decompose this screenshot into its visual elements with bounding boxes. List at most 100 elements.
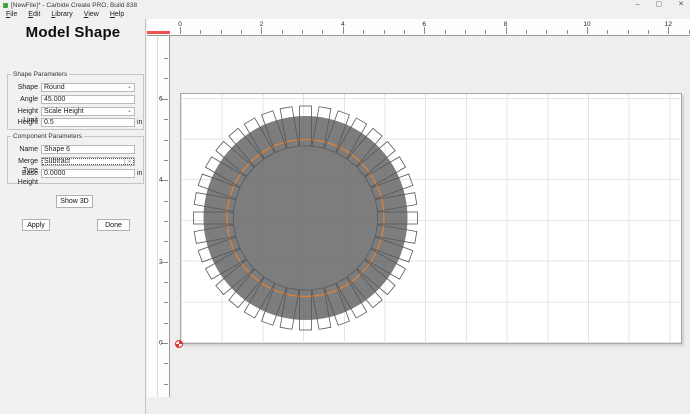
ruler-tick: [566, 30, 568, 34]
ruler-tick: [485, 30, 487, 34]
menu-help[interactable]: Help: [110, 11, 124, 18]
angle-label: Angle: [20, 96, 38, 103]
ruler-label: 6: [159, 95, 163, 103]
ruler-tick: [546, 30, 548, 34]
ruler-tick: [363, 30, 365, 34]
chevron-down-icon: ⌄: [126, 107, 132, 114]
model-shape-panel: Model Shape Shape Parameters Shape Round…: [0, 19, 146, 414]
ruler-label: 2: [159, 258, 163, 266]
height-limit-label: Height Limit: [17, 107, 38, 124]
ruler-tick: [164, 281, 168, 283]
ruler-tick: [424, 27, 426, 34]
base-height-unit-label: in: [137, 170, 143, 177]
menu-library[interactable]: Library: [51, 11, 72, 18]
window-title: [NewFile]* - Carbide Create PRO, Build 8…: [11, 1, 138, 9]
close-button[interactable]: ✕: [678, 0, 684, 10]
ruler-tick: [220, 30, 222, 34]
ruler-tick: [464, 30, 466, 34]
height-label: Height: [17, 119, 38, 126]
ruler-tick: [587, 27, 588, 34]
done-button[interactable]: Done: [97, 219, 130, 231]
shape-select-value: Round: [44, 84, 65, 91]
ruler-tick: [164, 139, 168, 141]
menu-view[interactable]: View: [84, 11, 99, 18]
shape-parameters-group: Shape Parameters Shape Round ⌄ Angle 45.…: [7, 71, 144, 130]
name-input[interactable]: Shape 6: [41, 145, 135, 154]
merge-type-select[interactable]: Subtract ⌄: [41, 157, 135, 166]
ruler-tick: [164, 159, 168, 161]
origin-marker-icon: [175, 340, 183, 348]
gear-drawing[interactable]: [170, 36, 690, 414]
ruler-tick: [444, 30, 446, 34]
apply-button[interactable]: Apply: [22, 219, 50, 231]
ruler-tick: [164, 241, 168, 243]
base-height-label: Base Height: [17, 170, 38, 186]
panel-scroll-strip[interactable]: [147, 19, 158, 397]
component-parameters-legend: Component Parameters: [11, 133, 85, 140]
ruler-tick: [322, 30, 324, 34]
ruler-label: 10: [583, 21, 591, 28]
model-shape-circle[interactable]: [203, 116, 408, 320]
ruler-tick: [164, 322, 168, 324]
ruler-tick: [383, 30, 385, 34]
ruler-tick: [342, 27, 344, 34]
ruler-label: 6: [422, 21, 426, 28]
ruler-label: 4: [340, 21, 345, 28]
ruler-tick: [607, 30, 609, 34]
menu-file[interactable]: File: [6, 11, 17, 18]
ruler-tick: [627, 30, 629, 34]
ruler-label: 8: [503, 21, 508, 28]
ruler-tick: [180, 27, 181, 34]
ruler-tick: [164, 119, 168, 121]
height-limit-select[interactable]: Scale Height ⌄: [41, 106, 135, 116]
shape-parameters-legend: Shape Parameters: [11, 71, 70, 78]
title-bar: [NewFile]* - Carbide Create PRO, Build 8…: [0, 0, 690, 10]
ruler-tick: [505, 27, 507, 34]
ruler-tick: [281, 30, 283, 34]
ruler-tick: [302, 30, 304, 34]
ruler-tick: [668, 27, 670, 34]
ruler-horizontal: 0 2 4 6 8 10 12: [147, 19, 690, 36]
ruler-tick: [164, 78, 168, 80]
height-input[interactable]: 0.5: [41, 118, 135, 127]
page-title: Model Shape: [25, 24, 121, 41]
ruler-tick: [200, 30, 202, 34]
ruler-tick: [164, 302, 168, 304]
merge-type-label: Merge Type: [18, 158, 38, 174]
ruler-tick: [164, 383, 168, 385]
app-logo-icon: [3, 2, 8, 8]
merge-type-select-value: Subtract: [44, 158, 71, 165]
ruler-label: 0: [159, 339, 163, 347]
angle-input-value: 45.000: [44, 96, 66, 103]
minimize-button[interactable]: –: [636, 0, 640, 10]
ruler-tick: [525, 30, 527, 34]
ruler-vertical: 0 2 4 6: [158, 36, 170, 397]
ruler-tick: [164, 363, 168, 365]
ruler-tick: [261, 27, 263, 34]
name-label: Name: [19, 146, 38, 153]
ruler-tick: [164, 200, 168, 202]
height-limit-select-value: Scale Height: [44, 107, 84, 115]
ruler-tick: [403, 30, 405, 34]
design-canvas[interactable]: [170, 36, 690, 414]
shape-select[interactable]: Round ⌄: [41, 83, 135, 92]
ruler-tick: [164, 220, 168, 222]
ruler-tick: [241, 30, 243, 34]
angle-input[interactable]: 45.000: [41, 95, 135, 104]
chevron-down-icon: ⌄: [126, 84, 132, 90]
menu-bar: File Edit Library View Help: [0, 10, 690, 19]
show-3d-button[interactable]: Show 3D: [56, 195, 93, 208]
ruler-label: 12: [664, 21, 673, 28]
ruler-position-indicator: [147, 31, 170, 34]
maximize-button[interactable]: ▢: [656, 0, 663, 10]
shape-label: Shape: [17, 84, 38, 91]
height-unit-label: in: [137, 119, 143, 126]
ruler-label: 0: [178, 21, 182, 28]
ruler-label: 2: [259, 21, 264, 28]
menu-edit[interactable]: Edit: [28, 11, 40, 18]
base-height-input[interactable]: 0.0000: [41, 169, 135, 178]
height-input-value: 0.5: [44, 119, 54, 126]
ruler-label: 4: [159, 176, 163, 184]
ruler-tick: [648, 30, 650, 34]
chevron-down-icon: ⌄: [124, 158, 134, 165]
